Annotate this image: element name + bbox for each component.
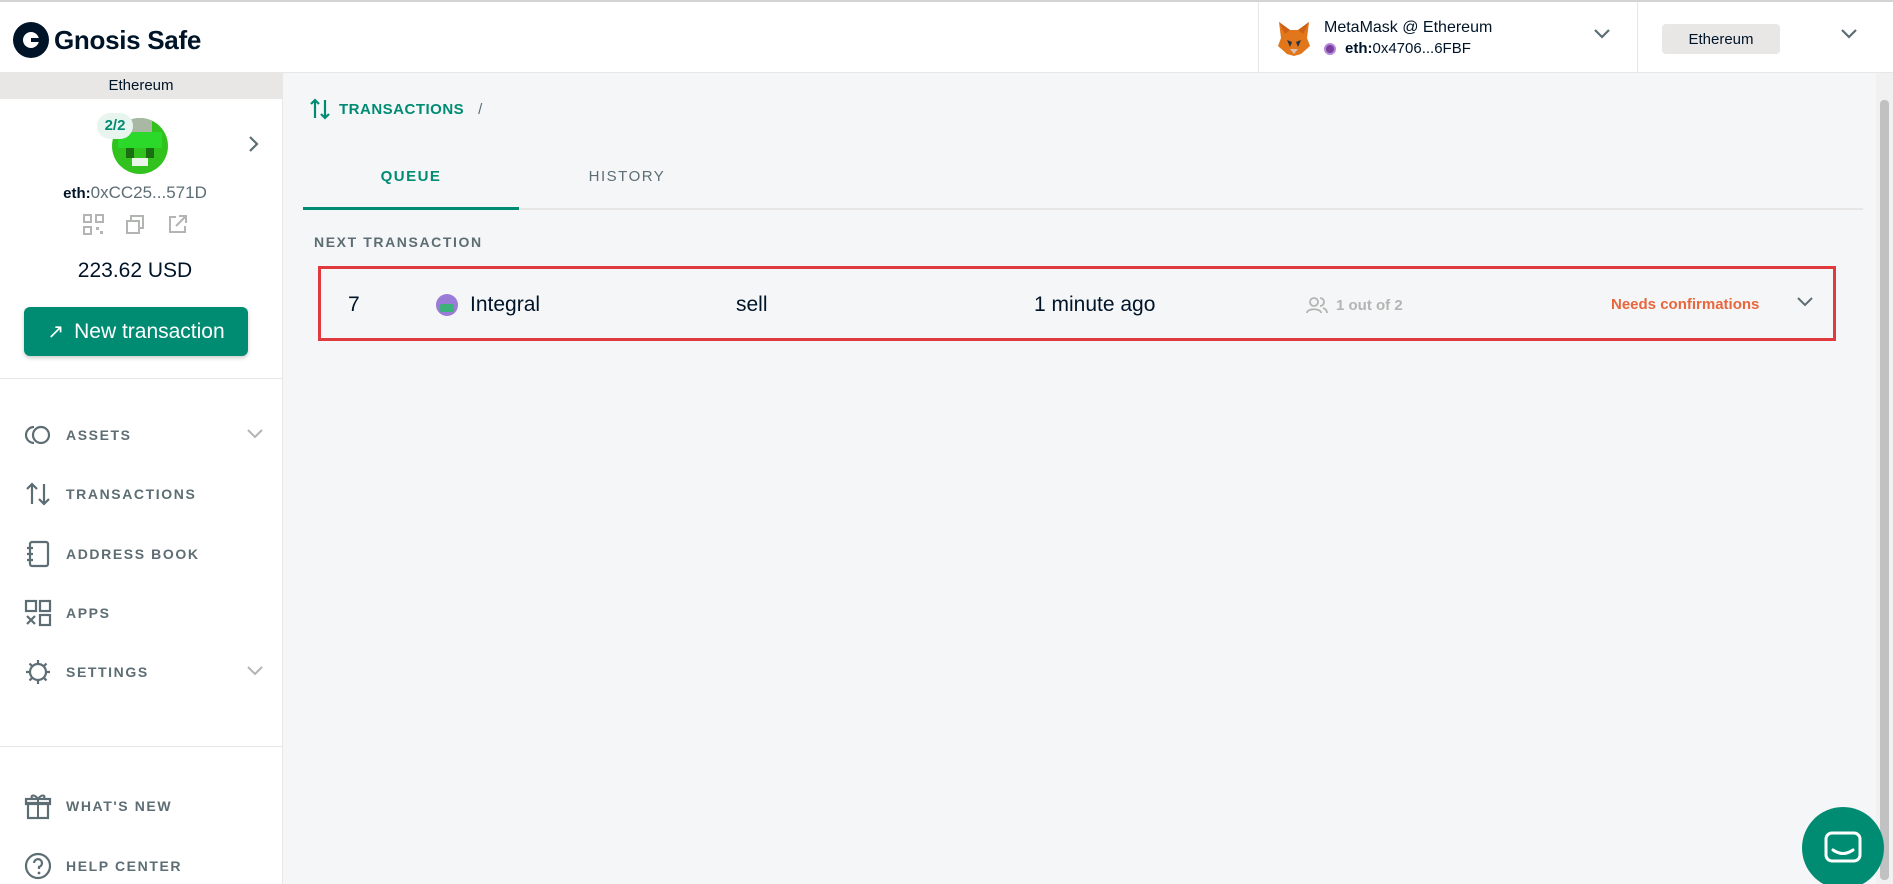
sidebar-item-label: ADDRESS BOOK — [66, 546, 200, 562]
tx-time: 1 minute ago — [1034, 293, 1156, 316]
sidebar-item-help-center[interactable]: HELP CENTER — [24, 851, 264, 881]
network-selector[interactable]: Ethereum — [1662, 24, 1780, 54]
chevron-right-icon[interactable] — [248, 135, 260, 153]
apps-icon — [24, 599, 52, 627]
safe-address: eth:0xCC25...571D — [0, 183, 270, 203]
integral-app-icon — [436, 294, 458, 316]
copy-icon[interactable] — [124, 213, 147, 236]
gnosis-safe-logo[interactable]: Gnosis Safe — [13, 22, 201, 58]
tx-app-name: Integral — [470, 293, 541, 316]
new-transaction-button[interactable]: ↗ New transaction — [24, 307, 248, 356]
address-actions — [82, 213, 189, 236]
transaction-row[interactable]: 7 Integral sell 1 minute ago 1 out of 2 … — [318, 266, 1836, 341]
metamask-fox-icon — [1278, 22, 1310, 56]
chevron-down-icon — [247, 666, 263, 676]
tab-bar: QUEUE HISTORY — [303, 157, 1863, 210]
chevron-down-icon[interactable] — [1593, 28, 1611, 40]
tx-confirmations: 1 out of 2 — [1306, 296, 1403, 314]
wallet-identicon — [1324, 42, 1336, 55]
tab-queue[interactable]: QUEUE — [303, 157, 519, 210]
chevron-down-icon[interactable] — [1796, 296, 1814, 308]
sidebar-network-label: Ethereum — [0, 73, 282, 99]
settings-icon — [24, 658, 52, 686]
chat-widget-button[interactable] — [1802, 807, 1884, 884]
tab-history[interactable]: HISTORY — [519, 157, 735, 210]
sidebar-item-address-book[interactable]: ADDRESS BOOK — [24, 539, 264, 569]
chat-icon — [1824, 831, 1862, 863]
top-bar: Gnosis Safe MetaMask @ Ethereum eth: 0x4… — [0, 0, 1893, 73]
assets-icon — [24, 421, 52, 449]
chevron-down-icon[interactable] — [1840, 28, 1858, 40]
sidebar-item-apps[interactable]: APPS — [24, 598, 264, 628]
sidebar-item-label: WHAT'S NEW — [66, 798, 173, 814]
scrollbar-thumb[interactable] — [1880, 100, 1889, 880]
wallet-address-value: 0x4706...6FBF — [1372, 40, 1471, 57]
wallet-name: MetaMask @ Ethereum — [1324, 19, 1493, 36]
gnosis-logo-icon — [13, 22, 49, 58]
sidebar-item-transactions[interactable]: TRANSACTIONS — [24, 479, 264, 509]
address-book-icon — [24, 540, 52, 568]
safe-address-value: 0xCC25...571D — [90, 183, 207, 202]
sidebar-item-label: HELP CENTER — [66, 858, 183, 874]
transactions-icon — [24, 480, 52, 508]
breadcrumb-transactions[interactable]: TRANSACTIONS — [339, 101, 464, 118]
safe-address-prefix: eth: — [63, 185, 91, 202]
help-icon — [24, 852, 52, 880]
tx-status: Needs confirmations — [1611, 296, 1760, 313]
sidebar-divider — [0, 378, 282, 379]
new-transaction-label: New transaction — [74, 319, 225, 343]
sidebar-item-label: SETTINGS — [66, 664, 149, 680]
external-link-icon[interactable] — [166, 213, 189, 236]
sidebar-divider — [0, 746, 282, 747]
wallet-connection[interactable]: MetaMask @ Ethereum eth: 0x4706...6FBF — [1258, 2, 1638, 73]
sidebar-item-label: TRANSACTIONS — [66, 486, 197, 502]
gift-icon — [24, 792, 52, 820]
qr-code-icon[interactable] — [82, 213, 105, 236]
sidebar-item-label: ASSETS — [66, 427, 132, 443]
threshold-badge: 2/2 — [97, 113, 133, 139]
wallet-address: eth: 0x4706...6FBF — [1324, 40, 1471, 57]
logo-text: Gnosis Safe — [54, 24, 201, 55]
sidebar-item-assets[interactable]: ASSETS — [24, 420, 264, 450]
safe-balance: 223.62 USD — [77, 259, 193, 282]
breadcrumb: TRANSACTIONS / — [309, 98, 483, 120]
tx-confirmations-text: 1 out of 2 — [1336, 296, 1403, 314]
sidebar-item-label: APPS — [66, 605, 111, 621]
section-title: NEXT TRANSACTION — [314, 234, 483, 250]
sidebar-item-whats-new[interactable]: WHAT'S NEW — [24, 791, 264, 821]
breadcrumb-separator: / — [478, 100, 483, 118]
arrow-up-right-icon: ↗ — [47, 321, 65, 343]
chevron-down-icon — [247, 429, 263, 439]
sidebar-item-settings[interactable]: SETTINGS — [24, 657, 264, 687]
tx-nonce: 7 — [348, 293, 360, 316]
wallet-address-prefix: eth: — [1345, 40, 1373, 57]
sidebar: Ethereum 2/2 eth:0xCC25...571D 223.62 US… — [0, 73, 283, 884]
tx-app: Integral — [436, 293, 540, 317]
transactions-icon — [310, 98, 330, 120]
tx-method: sell — [736, 293, 768, 316]
owners-icon — [1306, 297, 1328, 314]
